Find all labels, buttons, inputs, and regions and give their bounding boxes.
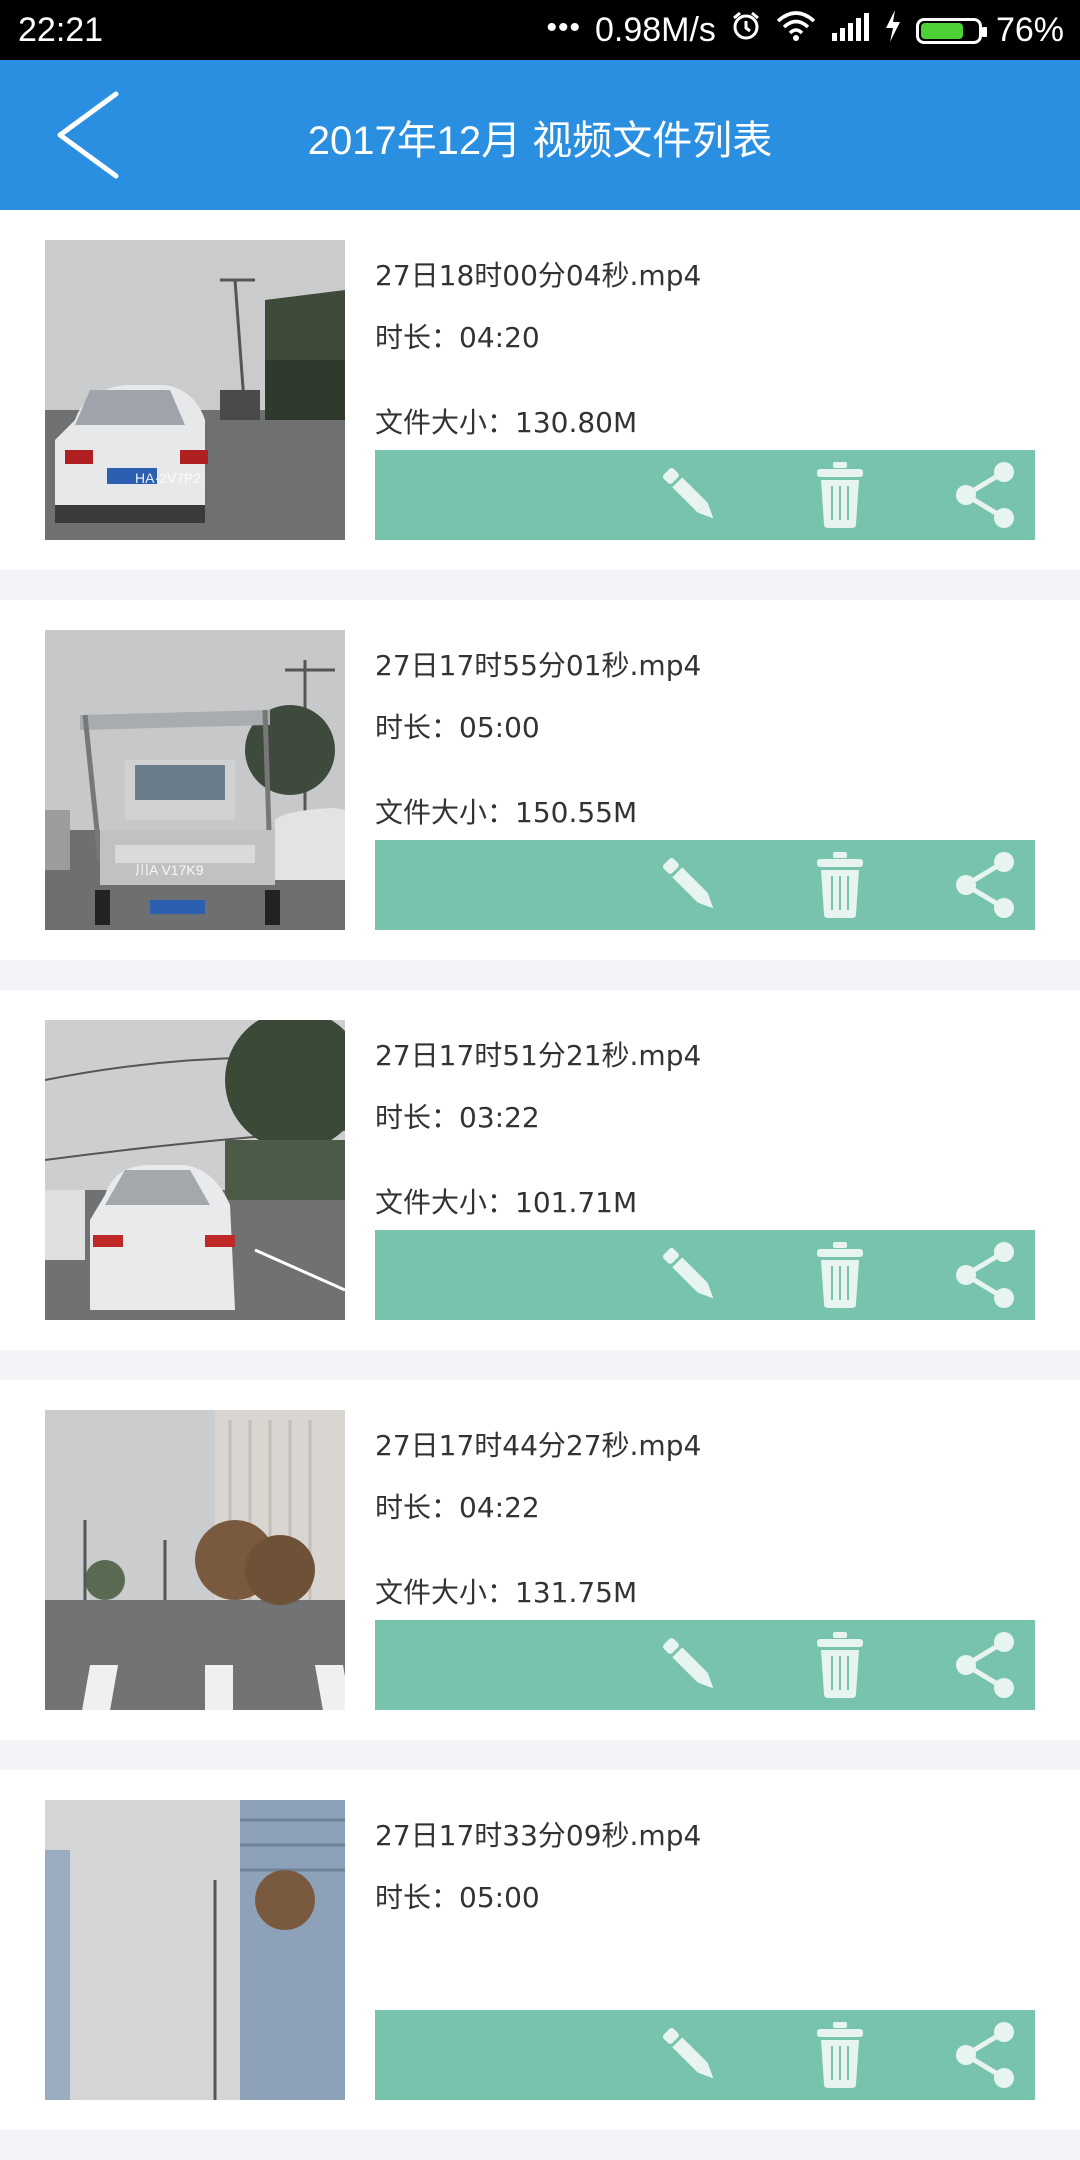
wifi-icon [776,11,816,50]
video-list-item[interactable]: 27日17时51分21秒.mp4 时长：03:22 文件大小：101.71M [0,990,1080,1350]
thumbnail-plate-text: 川A V17K9 [135,862,204,878]
pencil-icon[interactable] [640,840,740,930]
trash-icon[interactable] [790,450,890,540]
video-action-bar [375,450,1035,540]
video-filename: 27日17时55分01秒.mp4 [375,649,702,682]
video-list-item[interactable]: 川A V17K9 27日17时55分01秒.mp4 时长：05:00 文件大小：… [0,600,1080,960]
video-thumbnail[interactable] [45,1800,345,2100]
header-bar: 2017年12月 视频文件列表 [0,60,1080,210]
share-icon[interactable] [935,1230,1035,1320]
page-title: 2017年12月 视频文件列表 [307,119,773,163]
trash-icon[interactable] [790,1230,890,1320]
video-action-bar [375,2010,1035,2100]
video-filename: 27日17时33分09秒.mp4 [375,1819,702,1852]
video-size: 文件大小：131.75M [375,1576,638,1609]
video-list-item[interactable]: 27日17时44分27秒.mp4 时长：04:22 文件大小：131.75M [0,1380,1080,1740]
trash-icon[interactable] [790,1620,890,1710]
video-list-item[interactable]: HA·2V7P2 27日18时00分04秒.mp4 时长：04:20 文件大小：… [0,210,1080,570]
more-dots-icon: ••• [546,10,581,44]
pencil-icon[interactable] [640,1230,740,1320]
video-duration: 时长：04:20 [375,321,540,354]
pencil-icon[interactable] [640,450,740,540]
charging-icon [884,10,902,51]
video-duration: 时长：05:00 [375,1881,540,1914]
video-duration: 时长：03:22 [375,1101,540,1134]
trash-icon[interactable] [790,840,890,930]
video-duration: 时长：05:00 [375,711,540,744]
video-thumbnail[interactable]: HA·2V7P2 [45,240,345,540]
video-action-bar [375,1230,1035,1320]
video-thumbnail[interactable] [45,1410,345,1710]
video-filename: 27日18时00分04秒.mp4 [375,259,702,292]
alarm-icon [730,10,762,51]
video-size: 文件大小：130.80M [375,406,638,439]
video-filename: 27日17时51分21秒.mp4 [375,1039,702,1072]
video-action-bar [375,840,1035,930]
status-time: 22:21 [18,11,104,49]
share-icon[interactable] [935,1620,1035,1710]
signal-icon [830,11,870,50]
video-action-bar [375,1620,1035,1710]
battery-icon [915,17,987,44]
share-icon[interactable] [935,2010,1035,2100]
video-filename: 27日17时44分27秒.mp4 [375,1429,702,1462]
thumbnail-plate-text: HA·2V7P2 [135,470,202,486]
video-size: 文件大小：150.55M [375,796,638,829]
trash-icon[interactable] [790,2010,890,2100]
video-list-item[interactable]: 27日17时33分09秒.mp4 时长：05:00 [0,1770,1080,2130]
pencil-icon[interactable] [640,1620,740,1710]
network-speed: 0.98M/s [594,11,716,49]
video-thumbnail[interactable] [45,1020,345,1320]
share-icon[interactable] [935,450,1035,540]
video-size: 文件大小：101.71M [375,1186,638,1219]
video-duration: 时长：04:22 [375,1491,540,1524]
status-icons: ••• 0.98M/s 76% [546,10,1064,51]
status-bar: 22:21 ••• 0.98M/s 76% [0,0,1080,60]
battery-percent: 76% [995,11,1064,49]
video-list: HA·2V7P2 27日18时00分04秒.mp4 时长：04:20 文件大小：… [0,210,1080,2160]
pencil-icon[interactable] [640,2010,740,2100]
video-thumbnail[interactable]: 川A V17K9 [45,630,345,930]
share-icon[interactable] [935,840,1035,930]
